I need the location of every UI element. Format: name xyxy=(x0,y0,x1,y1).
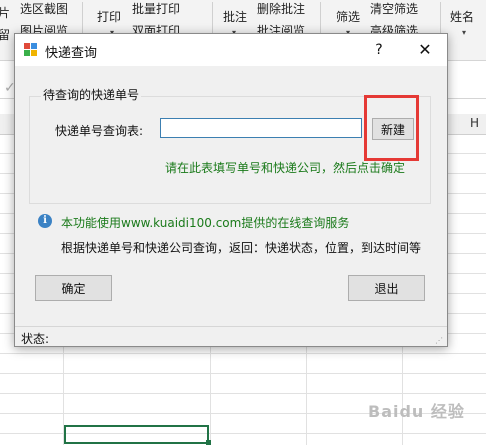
ribbon-item-print[interactable]: 打印 xyxy=(97,8,121,25)
ribbon-item-filter[interactable]: 筛选 xyxy=(336,8,360,25)
dialog-titlebar[interactable]: 快递查询 ? ✕ xyxy=(15,34,447,66)
info-icon: i xyxy=(38,214,52,228)
ribbon-partial-label: 留 xyxy=(0,28,11,42)
query-description-text: 根据快递单号和快递公司查询，返回：快递状态，位置，到达时间等 xyxy=(61,241,422,255)
exit-button[interactable]: 退出 xyxy=(348,275,425,301)
query-table-input[interactable] xyxy=(160,118,362,138)
ribbon-item-delete-comment[interactable]: 删除批注 xyxy=(257,0,305,17)
fill-handle[interactable] xyxy=(206,440,211,445)
hint-text: 请在此表填写单号和快递公司，然后点击确定 xyxy=(165,161,406,175)
selected-cell[interactable] xyxy=(64,425,209,444)
chevron-down-icon[interactable]: ▾ xyxy=(462,28,466,37)
ok-button[interactable]: 确定 xyxy=(35,275,112,301)
service-info-text: 本功能使用www.kuaidi100.com提供的在线查询服务 xyxy=(61,216,350,230)
ribbon-partial-label: 片 xyxy=(0,6,11,20)
status-label: 状态: xyxy=(21,332,50,346)
resize-grip-icon[interactable]: ⋰ xyxy=(435,336,443,345)
status-separator xyxy=(15,326,447,327)
groupbox-title: 待查询的快递单号 xyxy=(41,86,142,103)
ribbon-item-clear-filter[interactable]: 清空筛选 xyxy=(370,0,418,17)
query-table-label: 快递单号查询表: xyxy=(55,124,144,138)
highlight-annotation-box xyxy=(364,95,419,161)
ribbon-item-name[interactable]: 姓名 xyxy=(450,8,474,25)
ribbon-item-screenshot[interactable]: 选区截图 xyxy=(20,0,68,17)
app-icon xyxy=(24,43,37,56)
column-header-h[interactable]: H xyxy=(470,116,479,130)
express-query-dialog: 快递查询 ? ✕ 待查询的快递单号 快递单号查询表: 新建 请在此表填写单号和快… xyxy=(14,33,448,347)
close-button[interactable]: ✕ xyxy=(411,39,439,61)
dialog-title: 快递查询 xyxy=(45,46,98,61)
help-button[interactable]: ? xyxy=(365,39,393,61)
ribbon-item-comment[interactable]: 批注 xyxy=(223,8,247,25)
watermark: Baidu 经验 xyxy=(368,402,465,421)
ribbon-item-batch-print[interactable]: 批量打印 xyxy=(132,0,180,17)
